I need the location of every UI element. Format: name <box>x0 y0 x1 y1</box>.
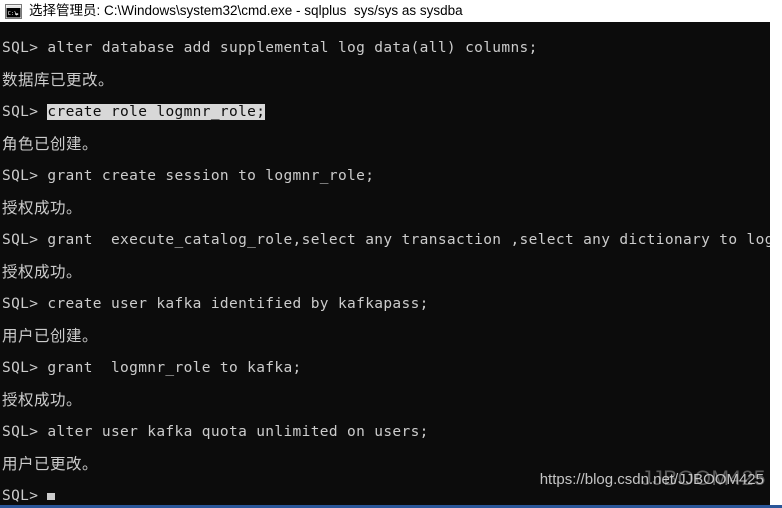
console-line: 用户已更改。 <box>2 455 99 473</box>
titlebar-right-gutter <box>770 0 782 22</box>
console-line: 授权成功。 <box>2 391 83 409</box>
text-cursor <box>47 493 56 500</box>
console-output-area[interactable]: SQL> alter database add supplemental log… <box>0 22 770 505</box>
console-line: SQL> alter database add supplemental log… <box>2 40 538 56</box>
console-line: 授权成功。 <box>2 263 83 281</box>
console-line-selected[interactable]: SQL> create role logmnr_role; <box>0 96 770 128</box>
console-prompt: SQL> <box>2 488 48 504</box>
console-line: 授权成功。 <box>2 199 83 217</box>
console-line: 数据库已更改。 <box>2 71 115 89</box>
console-active-prompt-line[interactable]: SQL> <box>0 480 770 505</box>
console-text-buffer: SQL> alter database add supplemental log… <box>0 22 770 505</box>
console-window: C:\ 选择管理员: C:\Windows\system32\cmd.exe -… <box>0 0 782 508</box>
console-line: SQL> grant execute_catalog_role,select a… <box>2 232 770 248</box>
console-line: SQL> grant create session to logmnr_role… <box>2 168 375 184</box>
console-line: SQL> create user kafka identified by kaf… <box>2 296 429 312</box>
cmd-console-icon: C:\ <box>5 3 22 19</box>
console-line: SQL> grant logmnr_role to kafka; <box>2 360 302 376</box>
console-line: 用户已创建。 <box>2 327 99 345</box>
console-selected-text: create role logmnr_role; <box>47 104 266 120</box>
console-line: 角色已创建。 <box>2 135 99 153</box>
console-prompt: SQL> <box>2 104 48 120</box>
window-title: 选择管理员: C:\Windows\system32\cmd.exe - sql… <box>29 3 463 18</box>
console-line: SQL> alter user kafka quota unlimited on… <box>2 424 429 440</box>
title-bar[interactable]: C:\ 选择管理员: C:\Windows\system32\cmd.exe -… <box>0 0 782 22</box>
